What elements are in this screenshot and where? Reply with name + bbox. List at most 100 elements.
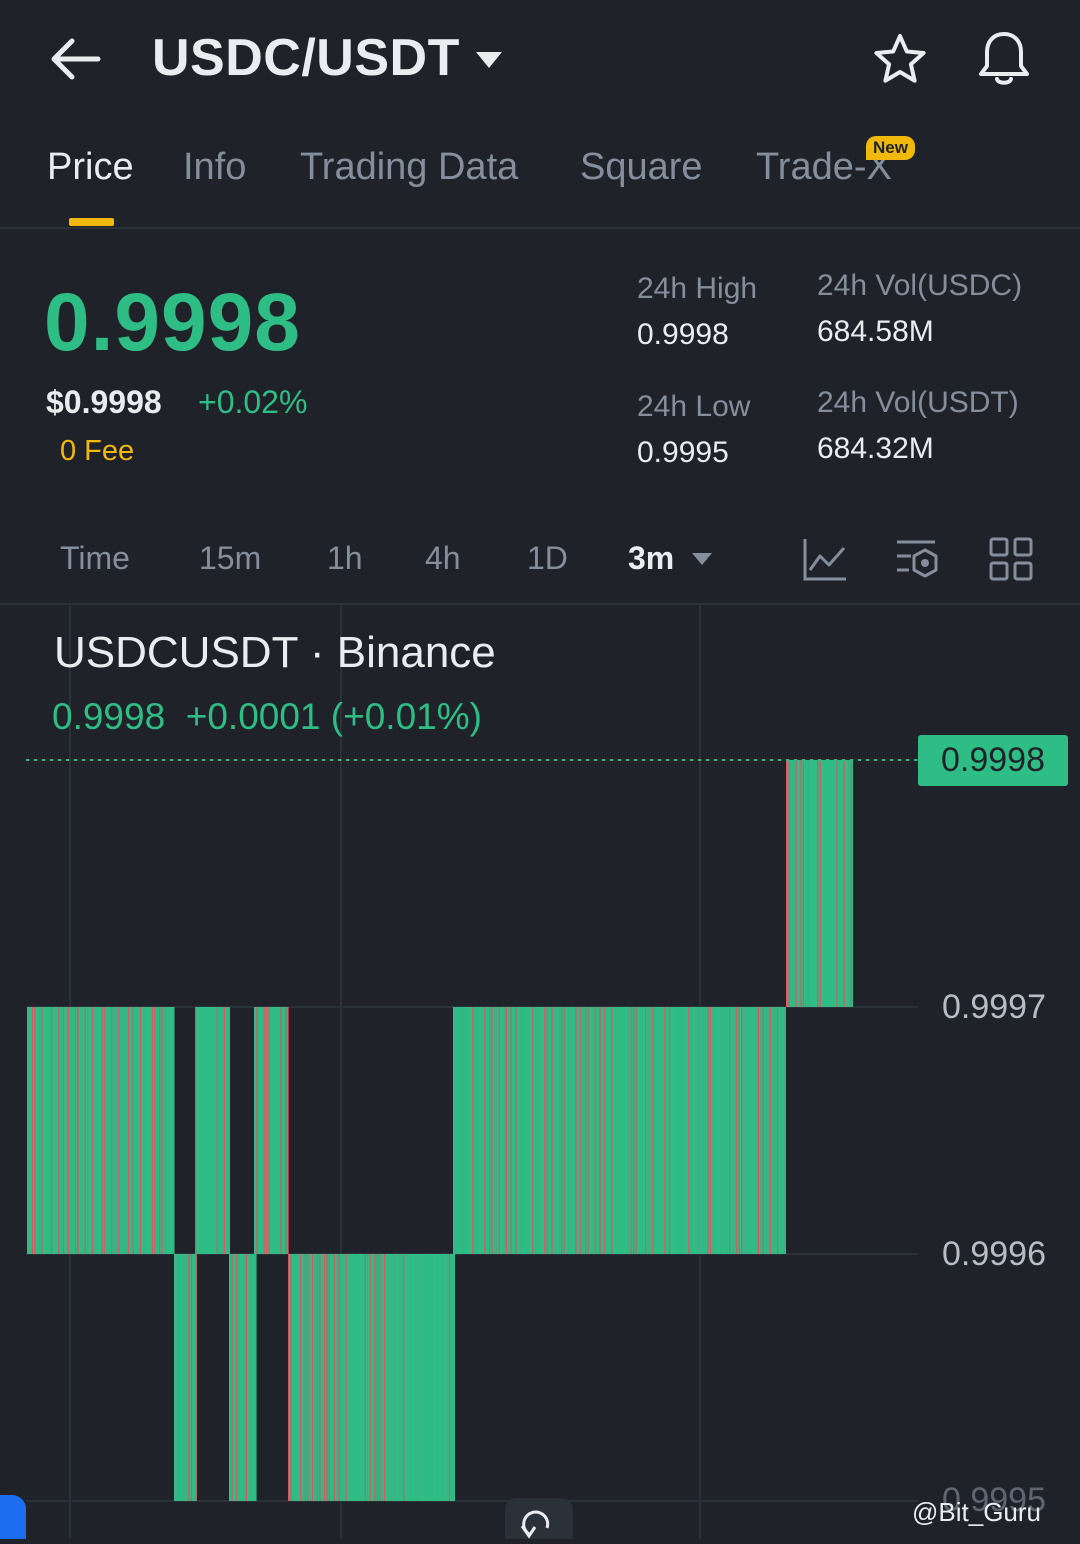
candle-bar [712, 1007, 714, 1254]
candle-bar [154, 1007, 156, 1254]
bell-icon[interactable] [974, 28, 1034, 90]
candle-bar [115, 1007, 117, 1254]
candle-bar [427, 1254, 429, 1501]
candle-bar [594, 1007, 596, 1254]
candle-bar [640, 1007, 642, 1254]
interval-dropdown-icon[interactable] [691, 552, 713, 566]
candle-bar [774, 1007, 776, 1254]
last-price: 0.9998 [44, 277, 301, 368]
candle-bar [489, 1007, 491, 1254]
candle-bar [772, 1007, 774, 1254]
candle-bar [637, 1007, 639, 1254]
candle-bar [649, 1007, 651, 1254]
candle-bar [762, 1007, 764, 1254]
candle-bar [316, 1254, 318, 1501]
side-handle[interactable] [0, 1495, 26, 1539]
price-segment [288, 1254, 455, 1501]
candle-bar [285, 1007, 287, 1254]
chart-quote: 0.9998 +0.0001 (+0.01%) [52, 696, 482, 737]
candle-bar [70, 1007, 72, 1254]
candle-bar [671, 1007, 673, 1254]
candle-bar [367, 1254, 369, 1501]
candle-bar [405, 1254, 407, 1501]
interval-15m[interactable]: 15m [199, 540, 261, 577]
candle-bar [822, 760, 824, 1007]
candle-bar [709, 1007, 711, 1254]
tab-info[interactable]: Info [183, 146, 246, 189]
candle-bar [432, 1254, 434, 1501]
candle-bar [486, 1007, 488, 1254]
candle-bar [345, 1254, 347, 1501]
fee-label[interactable]: 0 Fee [60, 435, 134, 468]
candle-bar [209, 1007, 211, 1254]
candle-bar [245, 1254, 247, 1501]
chevron-down-icon[interactable] [474, 50, 504, 70]
candle-bar [324, 1254, 326, 1501]
candle-bar [297, 1254, 299, 1501]
candle-bar [386, 1254, 388, 1501]
back-arrow-icon[interactable] [48, 36, 102, 82]
candle-bar [741, 1007, 743, 1254]
candle-bar [841, 760, 843, 1007]
candle-bar [748, 1007, 750, 1254]
candle-bar [376, 1254, 378, 1501]
reset-chart-button[interactable] [505, 1498, 573, 1539]
candle-bar [355, 1254, 357, 1501]
star-icon[interactable] [870, 30, 930, 90]
candle-bar [312, 1254, 314, 1501]
candle-bar [113, 1007, 115, 1254]
tab-trading-data[interactable]: Trading Data [300, 146, 518, 189]
candle-bar [769, 1007, 771, 1254]
candle-bar [434, 1254, 436, 1501]
candle-bar [719, 1007, 721, 1254]
candle-bar [510, 1007, 512, 1254]
candle-bar [529, 1007, 531, 1254]
candle-bar [156, 1007, 158, 1254]
indicator-chart-icon[interactable] [802, 536, 848, 582]
interval-1d[interactable]: 1D [527, 540, 568, 577]
tab-square[interactable]: Square [580, 146, 703, 189]
candle-bar [807, 760, 809, 1007]
candle-bar [417, 1254, 419, 1501]
candle-bar [707, 1007, 709, 1254]
candle-bar [645, 1007, 647, 1254]
candle-bar [753, 1007, 755, 1254]
candle-bar [457, 1007, 459, 1254]
candle-bar [544, 1007, 546, 1254]
interval-3m[interactable]: 3m [628, 540, 674, 577]
price-change-percent: +0.02% [198, 384, 308, 420]
candle-bar [94, 1007, 96, 1254]
candle-bar [724, 1007, 726, 1254]
candle-bar [147, 1007, 149, 1254]
candle-bar [199, 1007, 201, 1254]
candle-bar [243, 1254, 245, 1501]
chart-settings-icon[interactable] [895, 536, 941, 582]
candle-bar [537, 1007, 539, 1254]
candle-bar [36, 1007, 38, 1254]
candle-bar [659, 1007, 661, 1254]
candle-bar [374, 1254, 376, 1501]
candle-bar [357, 1254, 359, 1501]
interval-time[interactable]: Time [60, 540, 130, 577]
candle-bar [314, 1254, 316, 1501]
candle-bar [99, 1007, 101, 1254]
candle-bar [295, 1254, 297, 1501]
candle-bar [654, 1007, 656, 1254]
candle-bar [204, 1007, 206, 1254]
candle-bar [123, 1007, 125, 1254]
candle-bar [400, 1254, 402, 1501]
candle-bar [683, 1007, 685, 1254]
candle-bar [424, 1254, 426, 1501]
tab-price[interactable]: Price [47, 146, 134, 189]
candle-bar [599, 1007, 601, 1254]
grid-layout-icon[interactable] [988, 536, 1034, 582]
candle-bar [729, 1007, 731, 1254]
interval-4h[interactable]: 4h [425, 540, 461, 577]
candle-bar [362, 1254, 364, 1501]
candle-bar [415, 1254, 417, 1501]
candle-bar [188, 1254, 190, 1501]
interval-1h[interactable]: 1h [327, 540, 363, 577]
candle-bar [814, 760, 816, 1007]
candle-bar [343, 1254, 345, 1501]
pair-title[interactable]: USDC/USDT [152, 28, 460, 88]
